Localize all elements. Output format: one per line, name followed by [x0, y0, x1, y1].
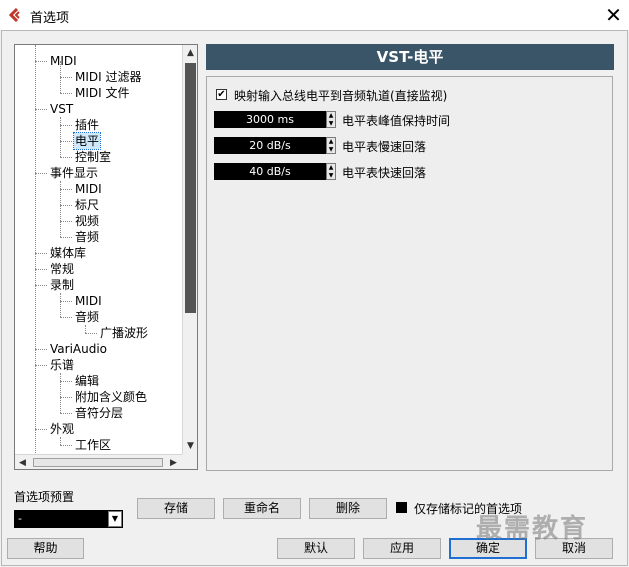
stepper-down-icon[interactable]: ▼ [327, 172, 335, 179]
default-button[interactable]: 默认 [277, 538, 355, 559]
cubase-logo-icon [8, 8, 20, 22]
stepper-up-icon[interactable]: ▲ [327, 138, 335, 145]
tree-connector [85, 325, 86, 333]
tree-item-note-layers[interactable]: 音符分层 [75, 405, 123, 421]
tree-connector [60, 293, 61, 317]
peak-hold-time-stepper[interactable]: ▲ ▼ [326, 111, 336, 128]
tree-item-video[interactable]: 视频 [75, 213, 99, 229]
map-input-bus-checkbox[interactable]: ✔ [216, 89, 227, 100]
tree-item-broadcast-wave[interactable]: 广播波形 [100, 325, 148, 341]
presets-label: 首选项预置 [14, 490, 75, 504]
tree-content: MIDI MIDI 过滤器 MIDI 文件 VST 插件 电平 控制室 事件显示… [15, 45, 182, 454]
tree-connector [60, 117, 61, 157]
preset-select[interactable]: - [14, 510, 123, 528]
horizontal-scroll-thumb[interactable] [33, 458, 163, 467]
tree-item-ruler[interactable]: 标尺 [75, 197, 99, 213]
vertical-scroll-thumb[interactable] [185, 63, 196, 313]
tree-item-vst[interactable]: VST [50, 101, 73, 117]
tree-item-meters[interactable]: 电平 [72, 132, 102, 150]
map-input-bus-label: 映射输入总线电平到音频轨道(直接监视) [234, 89, 448, 103]
tree-connector [60, 437, 61, 445]
tree-item-event-display[interactable]: 事件显示 [50, 165, 98, 181]
tree-item-general[interactable]: 常规 [50, 261, 74, 277]
tree-item-variaudio[interactable]: VariAudio [50, 341, 107, 357]
store-marked-only-checkbox[interactable] [396, 502, 407, 513]
settings-panel [206, 76, 613, 471]
tree-connector [35, 45, 36, 453]
tree-item-midi-filter[interactable]: MIDI 过滤器 [75, 69, 142, 85]
help-button[interactable]: 帮助 [7, 538, 84, 559]
tree-vertical-scrollbar[interactable]: ▲ ▼ [182, 45, 197, 454]
tree-item-record-midi[interactable]: MIDI [75, 293, 102, 309]
stepper-up-icon[interactable]: ▲ [327, 112, 335, 119]
preferences-tree: MIDI MIDI 过滤器 MIDI 文件 VST 插件 电平 控制室 事件显示… [14, 44, 198, 470]
stepper-up-icon[interactable]: ▲ [327, 164, 335, 171]
apply-button[interactable]: 应用 [363, 538, 441, 559]
tree-item-control-room[interactable]: 控制室 [75, 149, 111, 165]
tree-item-colors-additional[interactable]: 附加含义颜色 [75, 389, 147, 405]
tree-item-midi[interactable]: MIDI [50, 53, 77, 69]
close-icon[interactable]: ✕ [598, 0, 629, 30]
rename-button[interactable]: 重命名 [223, 498, 301, 519]
scroll-up-icon[interactable]: ▲ [183, 45, 197, 61]
title-bar: 首选项 ✕ [0, 0, 629, 30]
tree-item-workspaces[interactable]: 工作区 [75, 437, 111, 453]
watermark: 最需教育 [476, 514, 589, 544]
stepper-down-icon[interactable]: ▼ [327, 120, 335, 127]
stepper-down-icon[interactable]: ▼ [327, 146, 335, 153]
tree-item-scores[interactable]: 乐谱 [50, 357, 74, 373]
tree-item-midi-file[interactable]: MIDI 文件 [75, 85, 130, 101]
fast-fallback-stepper[interactable]: ▲ ▼ [326, 163, 336, 180]
tree-horizontal-scrollbar[interactable]: ◀ ▶ [15, 454, 182, 469]
tree-connector [60, 373, 61, 413]
tree-item-record-audio[interactable]: 音频 [75, 309, 99, 325]
tree-item-appearance[interactable]: 外观 [50, 421, 74, 437]
tree-item-record[interactable]: 录制 [50, 277, 74, 293]
peak-hold-time-field[interactable]: 3000 ms [214, 111, 326, 128]
peak-hold-time-label: 电平表峰值保持时间 [342, 114, 451, 128]
tree-item-editing[interactable]: 编辑 [75, 373, 99, 389]
chevron-down-icon[interactable]: ▼ [108, 511, 122, 527]
fast-fallback-field[interactable]: 40 dB/s [214, 163, 326, 180]
tree-item-plugins[interactable]: 插件 [75, 117, 99, 133]
tree-item-media-bay[interactable]: 媒体库 [50, 245, 86, 261]
slow-fallback-stepper[interactable]: ▲ ▼ [326, 137, 336, 154]
slow-fallback-label: 电平表慢速回落 [342, 140, 427, 154]
scroll-down-icon[interactable]: ▼ [183, 438, 197, 454]
scroll-right-icon[interactable]: ▶ [166, 455, 181, 469]
store-button[interactable]: 存储 [137, 498, 215, 519]
tree-item-event-midi[interactable]: MIDI [75, 181, 102, 197]
delete-button[interactable]: 删除 [309, 498, 387, 519]
scrollbar-corner [182, 454, 197, 469]
window-title: 首选项 [30, 11, 70, 26]
panel-title: VST-电平 [206, 44, 614, 70]
slow-fallback-field[interactable]: 20 dB/s [214, 137, 326, 154]
scroll-left-icon[interactable]: ◀ [15, 455, 30, 469]
tree-item-event-audio[interactable]: 音频 [75, 229, 99, 245]
fast-fallback-label: 电平表快速回落 [342, 166, 427, 180]
